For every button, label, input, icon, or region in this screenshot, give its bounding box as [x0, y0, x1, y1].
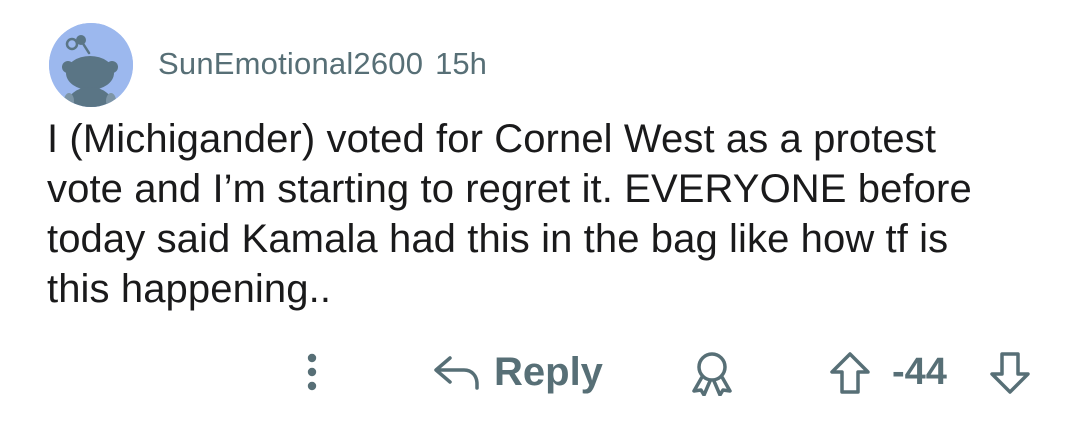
downvote-icon[interactable]	[988, 350, 1032, 396]
upvote-icon[interactable]	[828, 350, 872, 396]
comment-body-line: vote and I’m starting to regret it. EVER…	[47, 167, 972, 211]
username-link[interactable]: SunEmotional2600	[158, 46, 423, 82]
award-icon[interactable]	[686, 350, 738, 396]
snoo-avatar-icon	[49, 23, 133, 107]
reply-label: Reply	[494, 349, 603, 394]
timestamp: 15h	[435, 46, 487, 81]
comment-body-line: today said Kamala had this in the bag li…	[47, 217, 949, 261]
comment-actions: Reply -44	[0, 340, 1080, 404]
comment-body-line: I (Michigander) voted for Cornel West as…	[47, 117, 937, 161]
reply-arrow-icon	[434, 356, 479, 390]
vote-score: -44	[892, 351, 947, 393]
more-options-icon[interactable]	[300, 348, 324, 396]
comment-meta: SunEmotional2600 15h	[158, 46, 487, 86]
comment-body-line: this happening..	[47, 267, 332, 311]
reply-button[interactable]: Reply	[432, 344, 603, 400]
comment-body: I (Michigander) voted for Cornel West as…	[47, 114, 1037, 314]
comment: SunEmotional2600 15h I (Michigander) vot…	[0, 0, 1080, 422]
avatar[interactable]	[49, 23, 133, 107]
